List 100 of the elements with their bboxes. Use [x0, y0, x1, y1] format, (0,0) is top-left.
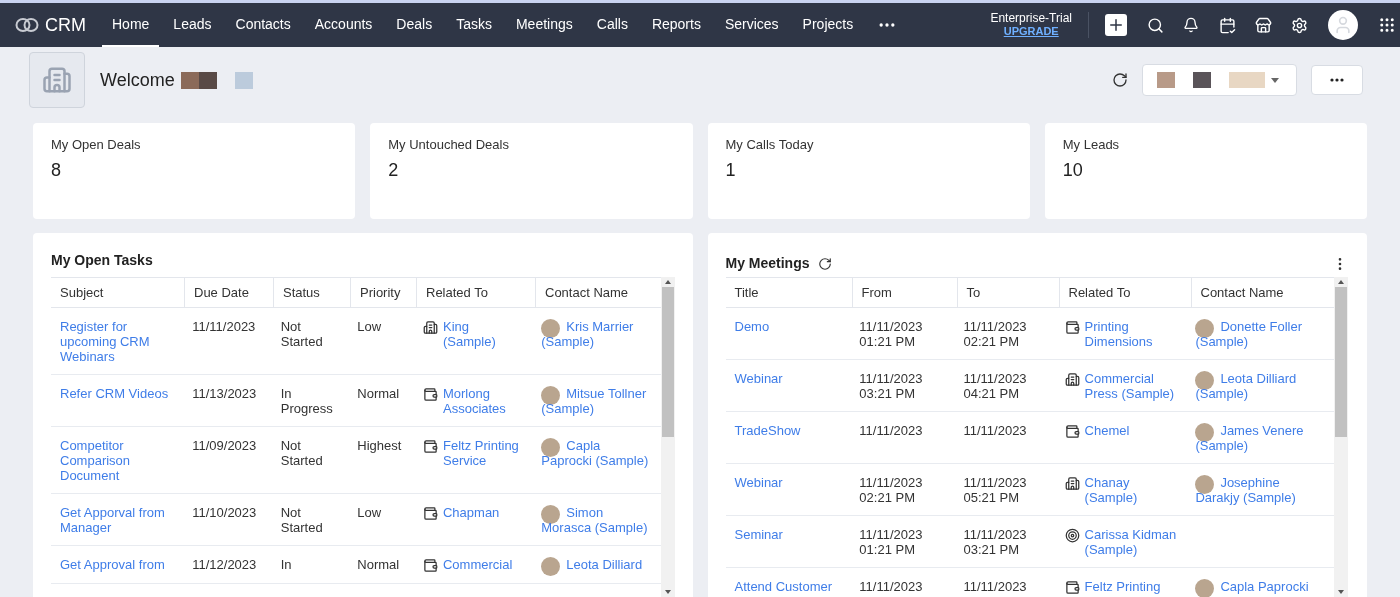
related-link[interactable]: Chapman — [423, 505, 524, 520]
column-header[interactable]: Subject — [51, 278, 184, 307]
add-button[interactable] — [1105, 14, 1127, 36]
meeting-to: 11/11/2023 03:21 PM — [963, 527, 1028, 557]
column-header[interactable]: From — [851, 278, 957, 307]
stat-label: My Untouched Deals — [388, 136, 509, 154]
task-priority: Highest — [357, 438, 402, 453]
meeting-to: 11/11/2023 — [963, 579, 1028, 594]
refresh-icon[interactable] — [1112, 72, 1128, 88]
meeting-from: 11/11/2023 — [859, 423, 924, 438]
meeting-title-link[interactable]: Webinar — [734, 371, 842, 386]
related-link[interactable]: Chanay (Sample) — [1064, 475, 1178, 505]
avatar-placeholder — [541, 505, 561, 524]
meeting-title-link[interactable]: Attend Customer — [734, 579, 842, 594]
nav-tab[interactable]: Leads — [163, 3, 222, 47]
wallet-icon — [1064, 320, 1080, 335]
scrollbar[interactable] — [660, 277, 675, 597]
column-header[interactable]: Status — [273, 278, 350, 307]
related-link[interactable]: Carissa Kidman (Sample) — [1064, 527, 1178, 557]
task-subject-link[interactable]: Get Apporval from Manager — [60, 505, 175, 535]
scroll-up-icon[interactable] — [1338, 280, 1344, 284]
contact-link[interactable]: Kris Marrier (Sample) — [541, 319, 652, 349]
avatar-button[interactable] — [1328, 10, 1358, 40]
panel-title: My Open Tasks — [51, 251, 154, 270]
related-link[interactable]: King (Sample) — [423, 319, 524, 349]
stat-card[interactable]: My Open Deals 8 — [33, 123, 356, 219]
column-header[interactable]: Title — [725, 278, 852, 307]
related-link[interactable]: Feltz Printing — [1064, 579, 1178, 594]
wallet-icon — [1064, 424, 1080, 439]
task-subject-link[interactable]: Refer CRM Videos — [60, 386, 175, 401]
contact-link[interactable]: Capla Paprocki — [1195, 579, 1325, 594]
task-priority: Low — [357, 505, 382, 520]
meeting-title-link[interactable]: Seminar — [734, 527, 842, 542]
related-link[interactable]: Printing Dimensions — [1064, 319, 1178, 349]
contact-link[interactable]: Simon Morasca (Sample) — [541, 505, 652, 535]
related-link[interactable]: Morlong Associates — [423, 386, 524, 416]
store-icon[interactable] — [1255, 16, 1272, 34]
contact-link[interactable]: Leota Dilliard (Sample) — [1195, 371, 1325, 401]
task-subject-link[interactable]: Get Approval from — [60, 557, 175, 572]
task-status: In — [280, 557, 293, 572]
stat-card[interactable]: My Untouched Deals 2 — [370, 123, 693, 219]
stat-value: 1 — [725, 158, 736, 182]
nav-tab[interactable]: Home — [102, 3, 160, 47]
search-icon[interactable] — [1147, 16, 1164, 34]
user-silhouette-icon — [1333, 15, 1353, 35]
logo-icon — [15, 17, 39, 33]
nav-tab[interactable]: Reports — [641, 3, 711, 47]
meeting-title-link[interactable]: Webinar — [734, 475, 842, 490]
meeting-from: 11/11/2023 02:21 PM — [859, 475, 924, 505]
avatar-placeholder — [1195, 371, 1215, 390]
contact-link[interactable]: Capla Paprocki (Sample) — [541, 438, 652, 468]
nav-tab[interactable]: Services — [714, 3, 789, 47]
nav-tab[interactable]: Projects — [792, 3, 864, 47]
task-status: In Progress — [280, 386, 334, 416]
refresh-icon[interactable] — [817, 256, 832, 271]
column-header[interactable]: Due Date — [184, 278, 273, 307]
apps-icon[interactable] — [1378, 16, 1396, 34]
related-link[interactable]: Feltz Printing Service — [423, 438, 524, 468]
meeting-title-link[interactable]: Demo — [734, 319, 842, 334]
related-link[interactable]: Commercial Press (Sample) — [1064, 371, 1178, 401]
meeting-title-link[interactable]: TradeShow — [734, 423, 842, 438]
nav-tab[interactable]: Meetings — [505, 3, 583, 47]
contact-link[interactable]: Leota Dilliard — [541, 557, 652, 572]
stat-card[interactable]: My Calls Today 1 — [707, 123, 1030, 219]
settings-icon[interactable] — [1291, 16, 1308, 34]
bell-icon[interactable] — [1183, 17, 1199, 33]
nav-tab[interactable]: Accounts — [304, 3, 383, 47]
stat-value: 2 — [388, 158, 399, 182]
contact-link[interactable]: James Venere (Sample) — [1195, 423, 1325, 453]
related-link[interactable]: Commercial — [423, 557, 524, 572]
task-status: Not Started — [280, 438, 324, 468]
column-header[interactable]: Related To — [1058, 278, 1191, 307]
nav-tab[interactable]: Deals — [386, 3, 443, 47]
scroll-up-icon[interactable] — [664, 280, 671, 284]
avatar-placeholder — [541, 438, 561, 457]
nav-tab[interactable]: Contacts — [225, 3, 301, 47]
upgrade-link[interactable]: UPGRADE — [1003, 25, 1059, 38]
dashboard-dropdown[interactable] — [1142, 64, 1297, 96]
contact-link[interactable]: Mitsue Tollner (Sample) — [541, 386, 652, 416]
related-link[interactable]: Chemel — [1064, 423, 1178, 438]
stat-card[interactable]: My Leads 10 — [1044, 123, 1367, 219]
nav-tab[interactable]: Tasks — [446, 3, 502, 47]
task-subject-link[interactable]: Competitor Comparison Document — [60, 438, 175, 483]
task-subject-link[interactable]: Register for upcoming CRM Webinars — [60, 319, 175, 364]
building-icon — [423, 320, 438, 335]
scrollbar[interactable] — [1334, 277, 1348, 597]
wallet-icon — [423, 558, 438, 573]
scroll-down-icon[interactable] — [664, 590, 671, 594]
due-date: 11/13/2023 — [192, 386, 257, 401]
contact-link[interactable]: Donette Foller (Sample) — [1195, 319, 1325, 349]
column-header[interactable]: Related To — [416, 278, 535, 307]
column-header[interactable]: Priority — [350, 278, 416, 307]
contact-link[interactable]: Josephine Darakjy (Sample) — [1195, 475, 1325, 505]
wallet-icon — [423, 387, 438, 402]
scroll-down-icon[interactable] — [1338, 590, 1344, 594]
nav-tab[interactable]: Calls — [586, 3, 638, 47]
panel-title: My Meetings — [725, 254, 810, 273]
calendar-icon[interactable] — [1219, 16, 1236, 34]
avatar-placeholder — [1195, 319, 1215, 338]
column-header[interactable]: To — [956, 278, 1059, 307]
